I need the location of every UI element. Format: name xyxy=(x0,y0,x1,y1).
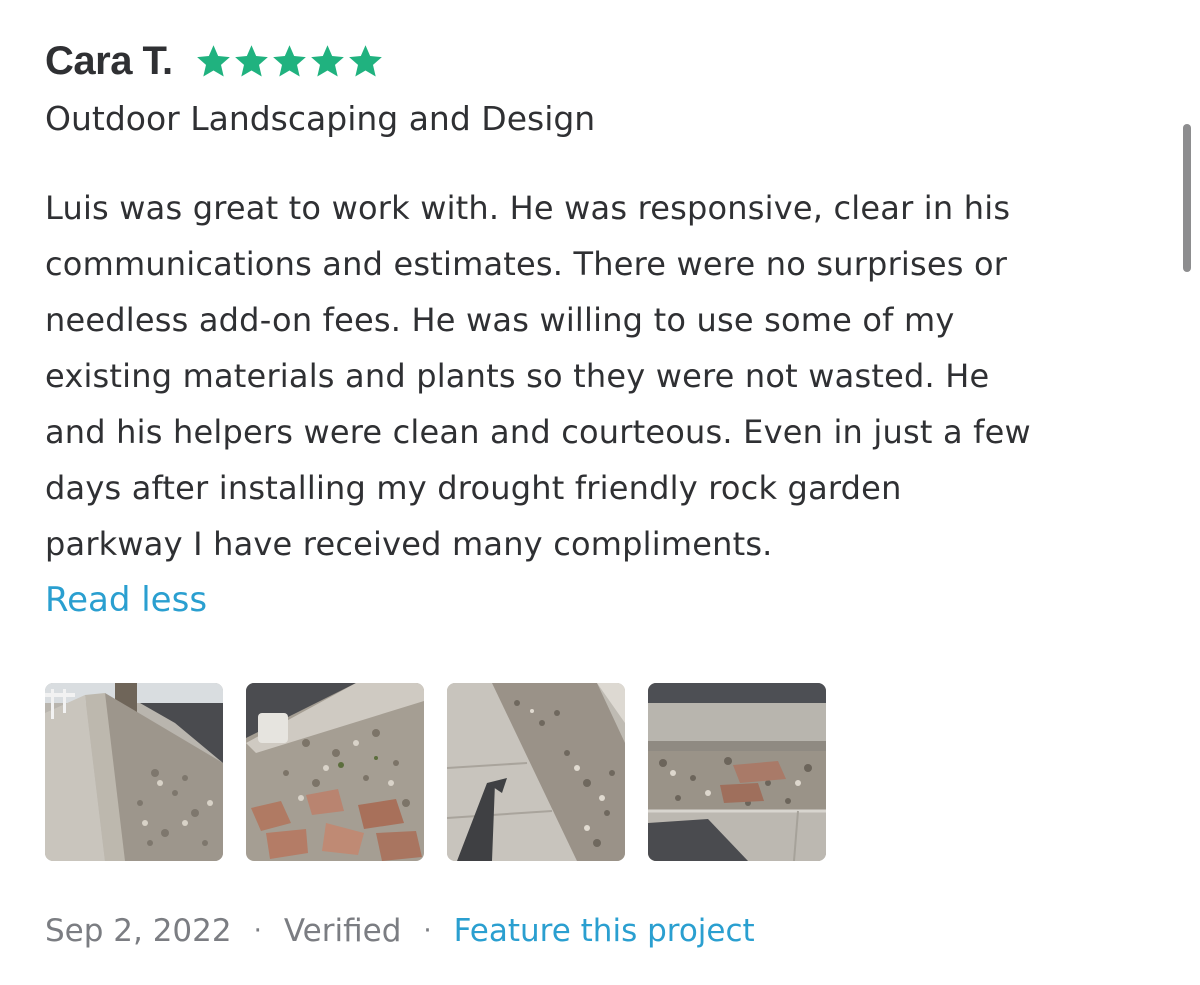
review-meta: Sep 2, 2022 · Verified · Feature this pr… xyxy=(45,905,755,957)
star-icon xyxy=(347,43,384,79)
star-rating xyxy=(195,43,385,79)
review-text-line: needless add-on fees. He was willing to … xyxy=(45,301,955,339)
review-text-line: Luis was great to work with. He was resp… xyxy=(45,189,1011,227)
landscape-photo-sidewalk-shadow-icon xyxy=(447,683,625,861)
reviewer-name: Cara T. xyxy=(45,38,173,83)
review-photo-4[interactable] xyxy=(648,683,826,861)
service-category: Outdoor Landscaping and Design xyxy=(45,99,596,138)
star-icon xyxy=(309,43,346,79)
verified-label: Verified xyxy=(283,913,402,949)
feature-project-link[interactable]: Feature this project xyxy=(454,905,755,957)
star-icon xyxy=(271,43,308,79)
read-less-link[interactable]: Read less xyxy=(45,572,207,628)
review-text-line: days after installing my drought friendl… xyxy=(45,469,902,507)
review-card: Cara T. Outdoor Landscaping and Design L… xyxy=(45,34,1165,628)
review-text-line: communications and estimates. There were… xyxy=(45,245,1008,283)
review-photo-2[interactable] xyxy=(246,683,424,861)
star-icon xyxy=(233,43,270,79)
review-text-line: existing materials and plants so they we… xyxy=(45,357,990,395)
scrollbar[interactable] xyxy=(1183,124,1191,272)
review-photo-1[interactable] xyxy=(45,683,223,861)
landscape-photo-sidewalk-and-rocks-icon xyxy=(45,683,223,861)
review-body: Luis was great to work with. He was resp… xyxy=(45,180,1160,572)
separator-dot: · xyxy=(423,916,432,946)
landscape-photo-rocks-and-flagstones-icon xyxy=(246,683,424,861)
landscape-photo-parkway-street-icon xyxy=(648,683,826,861)
review-photo-3[interactable] xyxy=(447,683,625,861)
review-date: Sep 2, 2022 xyxy=(45,913,232,949)
review-photos xyxy=(45,683,826,861)
separator-dot: · xyxy=(253,916,262,946)
star-icon xyxy=(195,43,232,79)
review-text-line: parkway I have received many compliments… xyxy=(45,525,773,563)
review-header: Cara T. xyxy=(45,34,1165,88)
review-text-line: and his helpers were clean and courteous… xyxy=(45,413,1031,451)
